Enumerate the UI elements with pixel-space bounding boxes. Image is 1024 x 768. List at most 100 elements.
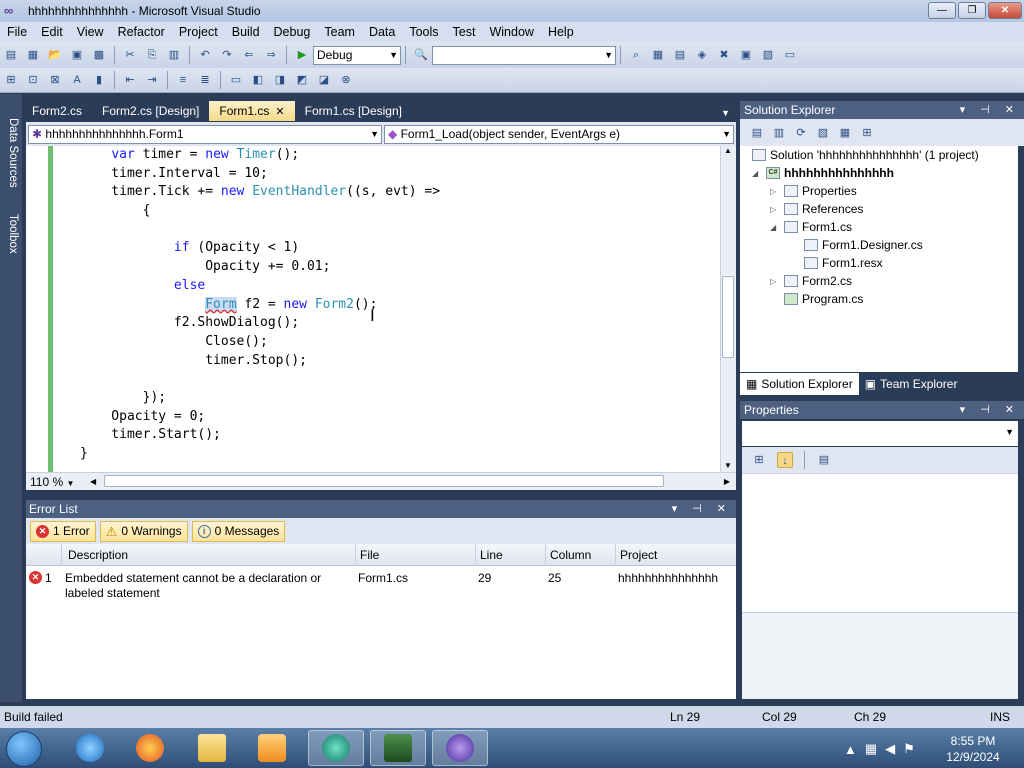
expand-triangle-icon[interactable]: ▷ (770, 277, 780, 286)
increase-indent-icon[interactable]: ⇥ (144, 72, 160, 88)
tree-program-cs[interactable]: Program.cs (784, 292, 863, 306)
menu-window[interactable]: Window (482, 25, 540, 39)
bookmark-icon[interactable]: ▮ (91, 72, 107, 88)
undo-icon[interactable]: ↶ (197, 47, 213, 63)
new-project-icon[interactable]: ▤ (3, 47, 19, 63)
previous-bookmark-icon[interactable]: ◧ (250, 72, 266, 88)
cut-icon[interactable]: ✂ (122, 47, 138, 63)
menu-debug[interactable]: Debug (267, 25, 318, 39)
messages-filter-button[interactable]: i0 Messages (191, 520, 286, 542)
menu-team[interactable]: Team (317, 25, 362, 39)
properties-window-icon[interactable]: ▤ (672, 47, 688, 63)
next-bookmark-folder-icon[interactable]: ◪ (316, 72, 332, 88)
scroll-right-icon[interactable]: ▶ (724, 477, 730, 486)
view-code-icon[interactable]: ▧ (815, 125, 831, 141)
collapse-triangle-icon[interactable]: ◢ (770, 223, 780, 232)
zoom-level[interactable]: 110 % ▼ (26, 474, 88, 490)
uncomment-lines-icon[interactable]: ≣ (197, 72, 213, 88)
code-line[interactable]: var timer = new Timer(); (80, 146, 440, 165)
column-project[interactable]: Project (616, 544, 736, 566)
menu-view[interactable]: View (70, 25, 111, 39)
code-line[interactable]: Form f2 = new Form2(); (80, 296, 440, 315)
previous-bookmark-folder-icon[interactable]: ◩ (294, 72, 310, 88)
close-button[interactable]: ✕ (988, 2, 1022, 19)
code-line[interactable]: Opacity += 0.01; (80, 258, 440, 277)
code-line[interactable] (80, 370, 440, 389)
start-button[interactable] (6, 731, 42, 767)
tab-team-explorer[interactable]: ▣ Team Explorer (859, 373, 964, 395)
code-line[interactable]: }); (80, 389, 440, 408)
property-pages-icon[interactable]: ▤ (816, 452, 832, 468)
add-item-icon[interactable]: ▦ (25, 47, 41, 63)
find-combo[interactable]: ▼ (432, 45, 616, 65)
extension-manager-icon[interactable]: ▧ (760, 47, 776, 63)
view-class-diagram-icon[interactable]: ⊞ (859, 125, 875, 141)
solution-configuration-select[interactable]: Debug ▼ (313, 45, 401, 65)
decrease-indent-icon[interactable]: ⇤ (122, 72, 138, 88)
navigate-back-icon[interactable]: ⇐ (241, 47, 257, 63)
menu-help[interactable]: Help (541, 25, 581, 39)
save-icon[interactable]: ▣ (69, 47, 85, 63)
column-file[interactable]: File (356, 544, 476, 566)
errors-filter-button[interactable]: ✕ 1 Error (30, 520, 96, 542)
tab-form2-design[interactable]: Form2.cs [Design] (92, 101, 209, 121)
taskbar-clock[interactable]: 8:55 PM 12/9/2024 (936, 731, 1010, 767)
tab-form1-design[interactable]: Form1.cs [Design] (295, 101, 412, 121)
tab-solution-explorer[interactable]: ▦ Solution Explorer (740, 373, 859, 395)
tree-project[interactable]: ◢ C# hhhhhhhhhhhhhhh (752, 166, 894, 180)
code-line[interactable]: f2.ShowDialog(); (80, 314, 440, 333)
object-browser-icon[interactable]: ◈ (694, 47, 710, 63)
collapse-triangle-icon[interactable]: ◢ (752, 169, 762, 178)
save-all-icon[interactable]: ▩ (91, 47, 107, 63)
menu-project[interactable]: Project (172, 25, 225, 39)
action-center-icon[interactable]: ⚑ (903, 741, 915, 757)
expand-triangle-icon[interactable]: ▷ (770, 205, 780, 214)
paste-icon[interactable]: ▥ (166, 47, 182, 63)
media-player-taskbar-button[interactable] (244, 730, 300, 766)
show-all-files-icon[interactable]: ▥ (771, 125, 787, 141)
tree-references[interactable]: ▷ References (770, 202, 863, 216)
start-debugging-icon[interactable]: ▶ (294, 47, 310, 63)
tree-solution[interactable]: Solution 'hhhhhhhhhhhhhhh' (1 project) (752, 148, 979, 162)
find-in-files-icon[interactable]: 🔍 (413, 47, 429, 63)
firefox-taskbar-button[interactable] (122, 730, 178, 766)
navigate-forward-icon[interactable]: ⇒ (263, 47, 279, 63)
data-sources-tab[interactable]: Data Sources (3, 118, 19, 188)
code-line[interactable]: timer.Interval = 10; (80, 165, 440, 184)
code-line[interactable]: if (Opacity < 1) (80, 239, 440, 258)
properties-icon[interactable]: ▤ (749, 125, 765, 141)
menu-tools[interactable]: Tools (402, 25, 445, 39)
properties-object-select[interactable]: ▼ (742, 421, 1018, 446)
tab-form2-cs[interactable]: Form2.cs (22, 101, 92, 121)
code-line[interactable]: } (80, 445, 440, 464)
clear-bookmarks-icon[interactable]: ⊗ (338, 72, 354, 88)
panel-window-buttons[interactable]: ▾ ⊣ ✕ (960, 401, 1020, 419)
tab-form1-cs[interactable]: Form1.cs ✕ (209, 101, 295, 121)
warnings-filter-button[interactable]: ⚠ 0 Warnings (99, 520, 188, 542)
code-line[interactable]: timer.Tick += new EventHandler((s, evt) … (80, 183, 440, 202)
refresh-icon[interactable]: ⟳ (793, 125, 809, 141)
menu-refactor[interactable]: Refactor (111, 25, 172, 39)
type-dropdown[interactable]: ✱ hhhhhhhhhhhhhhh.Form1 ▼ (28, 124, 382, 144)
internet-explorer-taskbar-button[interactable] (62, 730, 118, 766)
toolbox-tab[interactable]: Toolbox (3, 214, 19, 254)
scroll-left-icon[interactable]: ◀ (90, 477, 96, 486)
next-bookmark-icon[interactable]: ◨ (272, 72, 288, 88)
code-line[interactable]: Opacity = 0; (80, 408, 440, 427)
minimize-button[interactable]: — (928, 2, 956, 19)
maximize-button[interactable]: ❐ (958, 2, 986, 19)
menu-data[interactable]: Data (362, 25, 402, 39)
expand-triangle-icon[interactable]: ▷ (770, 187, 780, 196)
open-file-icon[interactable]: 📂 (47, 47, 63, 63)
panel-window-buttons[interactable]: ▾ ⊣ ✕ (672, 500, 732, 518)
tree-form1-resx[interactable]: Form1.resx (804, 256, 883, 270)
parameter-info-icon[interactable]: ⊡ (25, 72, 41, 88)
redo-icon[interactable]: ↷ (219, 47, 235, 63)
column-description[interactable]: Description (62, 544, 356, 566)
tab-list-dropdown-icon[interactable]: ▼ (721, 108, 730, 118)
toggle-bookmark-icon[interactable]: ▭ (228, 72, 244, 88)
tree-form1-cs[interactable]: ◢ Form1.cs (770, 220, 852, 234)
solution-explorer-icon[interactable]: ▦ (650, 47, 666, 63)
show-hidden-icons-icon[interactable]: ▲ (844, 742, 857, 757)
toolbox-icon[interactable]: ✖ (716, 47, 732, 63)
